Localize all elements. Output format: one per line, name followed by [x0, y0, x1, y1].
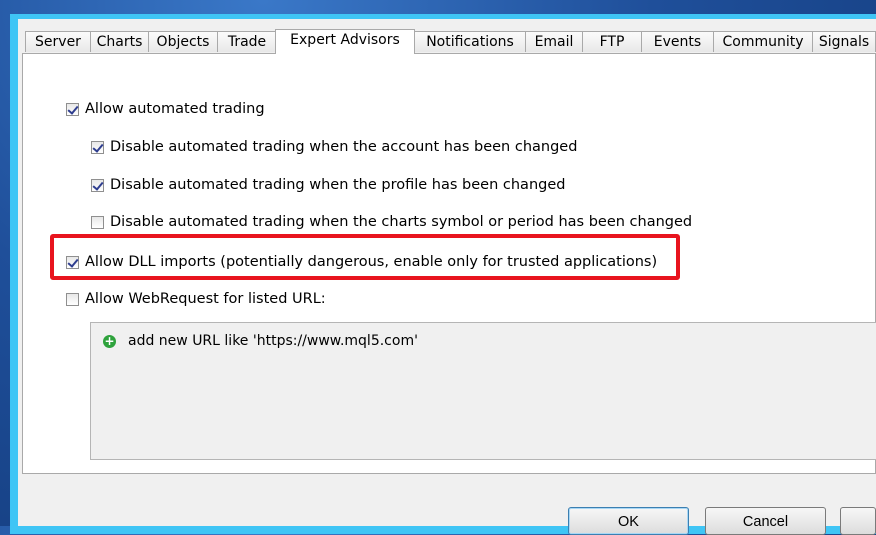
tab-strip: Server Charts Objects Trade Expert Advis…: [18, 29, 876, 54]
disable-on-account-change-label: Disable automated trading when the accou…: [110, 139, 578, 155]
tab-objects[interactable]: Objects: [148, 31, 218, 52]
disable-on-account-change-checkbox[interactable]: [91, 140, 104, 154]
disable-on-profile-change-option[interactable]: Disable automated trading when the profi…: [91, 175, 565, 195]
tab-ftp[interactable]: FTP: [582, 31, 642, 52]
allow-webrequest-checkbox[interactable]: [66, 292, 79, 306]
tab-signals[interactable]: Signals: [812, 31, 876, 52]
tab-events[interactable]: Events: [641, 31, 714, 52]
extra-button[interactable]: [840, 507, 876, 535]
disable-on-profile-change-checkbox[interactable]: [91, 178, 104, 192]
tab-trade[interactable]: Trade: [217, 31, 277, 52]
allow-automated-trading-label: Allow automated trading: [85, 101, 265, 117]
webrequest-url-list[interactable]: + add new URL like 'https://www.mql5.com…: [90, 322, 876, 460]
disable-on-profile-change-label: Disable automated trading when the profi…: [110, 177, 566, 193]
tab-charts[interactable]: Charts: [90, 31, 149, 52]
allow-webrequest-label: Allow WebRequest for listed URL:: [85, 291, 326, 307]
add-url-item[interactable]: + add new URL like 'https://www.mql5.com…: [103, 333, 418, 349]
disable-on-symbol-change-label: Disable automated trading when the chart…: [110, 214, 693, 230]
dll-highlight-box: [50, 234, 680, 280]
allow-webrequest-option[interactable]: Allow WebRequest for listed URL:: [66, 289, 326, 309]
disable-on-account-change-option[interactable]: Disable automated trading when the accou…: [91, 137, 577, 157]
allow-automated-trading-option[interactable]: Allow automated trading: [66, 99, 265, 119]
tab-community[interactable]: Community: [713, 31, 813, 52]
ok-button[interactable]: OK: [568, 507, 689, 535]
tab-email[interactable]: Email: [525, 31, 583, 52]
cancel-button[interactable]: Cancel: [705, 507, 826, 535]
tab-server[interactable]: Server: [25, 31, 91, 52]
disable-on-symbol-change-checkbox[interactable]: [91, 215, 104, 229]
allow-automated-trading-checkbox[interactable]: [66, 102, 79, 116]
tab-expert-advisors[interactable]: Expert Advisors: [275, 29, 415, 54]
disable-on-symbol-change-option[interactable]: Disable automated trading when the chart…: [91, 212, 692, 232]
add-icon: +: [103, 333, 116, 348]
add-url-label: add new URL like 'https://www.mql5.com': [128, 333, 418, 349]
tab-notifications[interactable]: Notifications: [414, 31, 526, 52]
